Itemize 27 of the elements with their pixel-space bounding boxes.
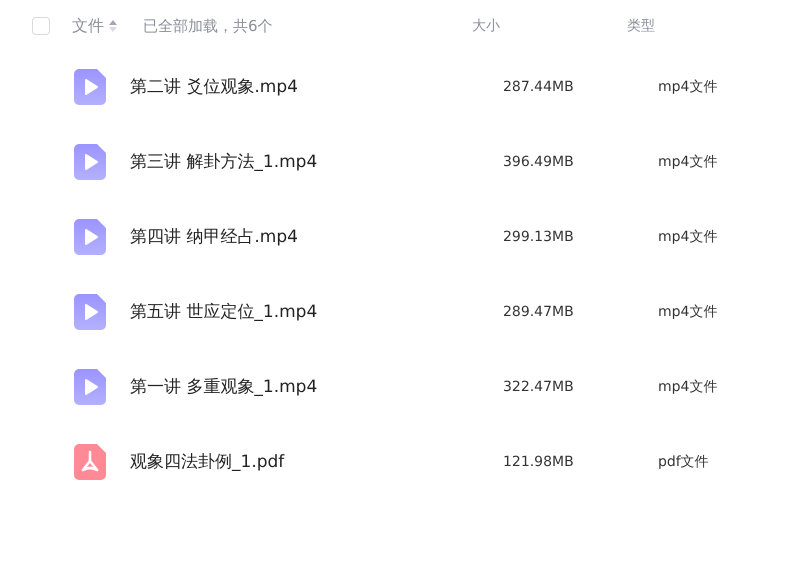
file-name[interactable]: 第五讲 世应定位_1.mp4 — [130, 300, 503, 323]
video-file-icon — [74, 368, 106, 404]
file-type: mp4文件 — [658, 228, 718, 246]
file-size: 289.47MB — [503, 304, 575, 320]
file-size: 287.44MB — [503, 78, 575, 94]
select-all-checkbox[interactable] — [32, 17, 50, 35]
file-name[interactable]: 观象四法卦例_1.pdf — [130, 450, 503, 473]
file-size: 121.98MB — [503, 454, 575, 470]
file-name[interactable]: 第一讲 多重观象_1.mp4 — [130, 375, 503, 398]
file-size: 299.13MB — [503, 228, 575, 244]
file-type: pdf文件 — [658, 452, 709, 470]
file-type: mp4文件 — [658, 152, 718, 170]
video-file-icon — [74, 218, 106, 254]
file-type: mp4文件 — [658, 78, 718, 96]
video-file-icon — [74, 68, 106, 104]
video-file-icon — [74, 144, 106, 180]
file-name[interactable]: 第二讲 爻位观象.mp4 — [130, 75, 503, 98]
pdf-file-icon — [74, 444, 106, 480]
sort-icon[interactable] — [109, 19, 117, 33]
file-name[interactable]: 第三讲 解卦方法_1.mp4 — [130, 150, 503, 173]
file-name[interactable]: 第四讲 纳甲经占.mp4 — [130, 225, 503, 248]
file-type: mp4文件 — [658, 378, 718, 396]
video-file-icon — [74, 294, 106, 330]
file-size: 396.49MB — [503, 154, 575, 170]
file-type: mp4文件 — [658, 302, 718, 320]
file-size: 322.47MB — [503, 378, 575, 394]
load-status: 已全部加载，共6个 — [143, 16, 274, 36]
